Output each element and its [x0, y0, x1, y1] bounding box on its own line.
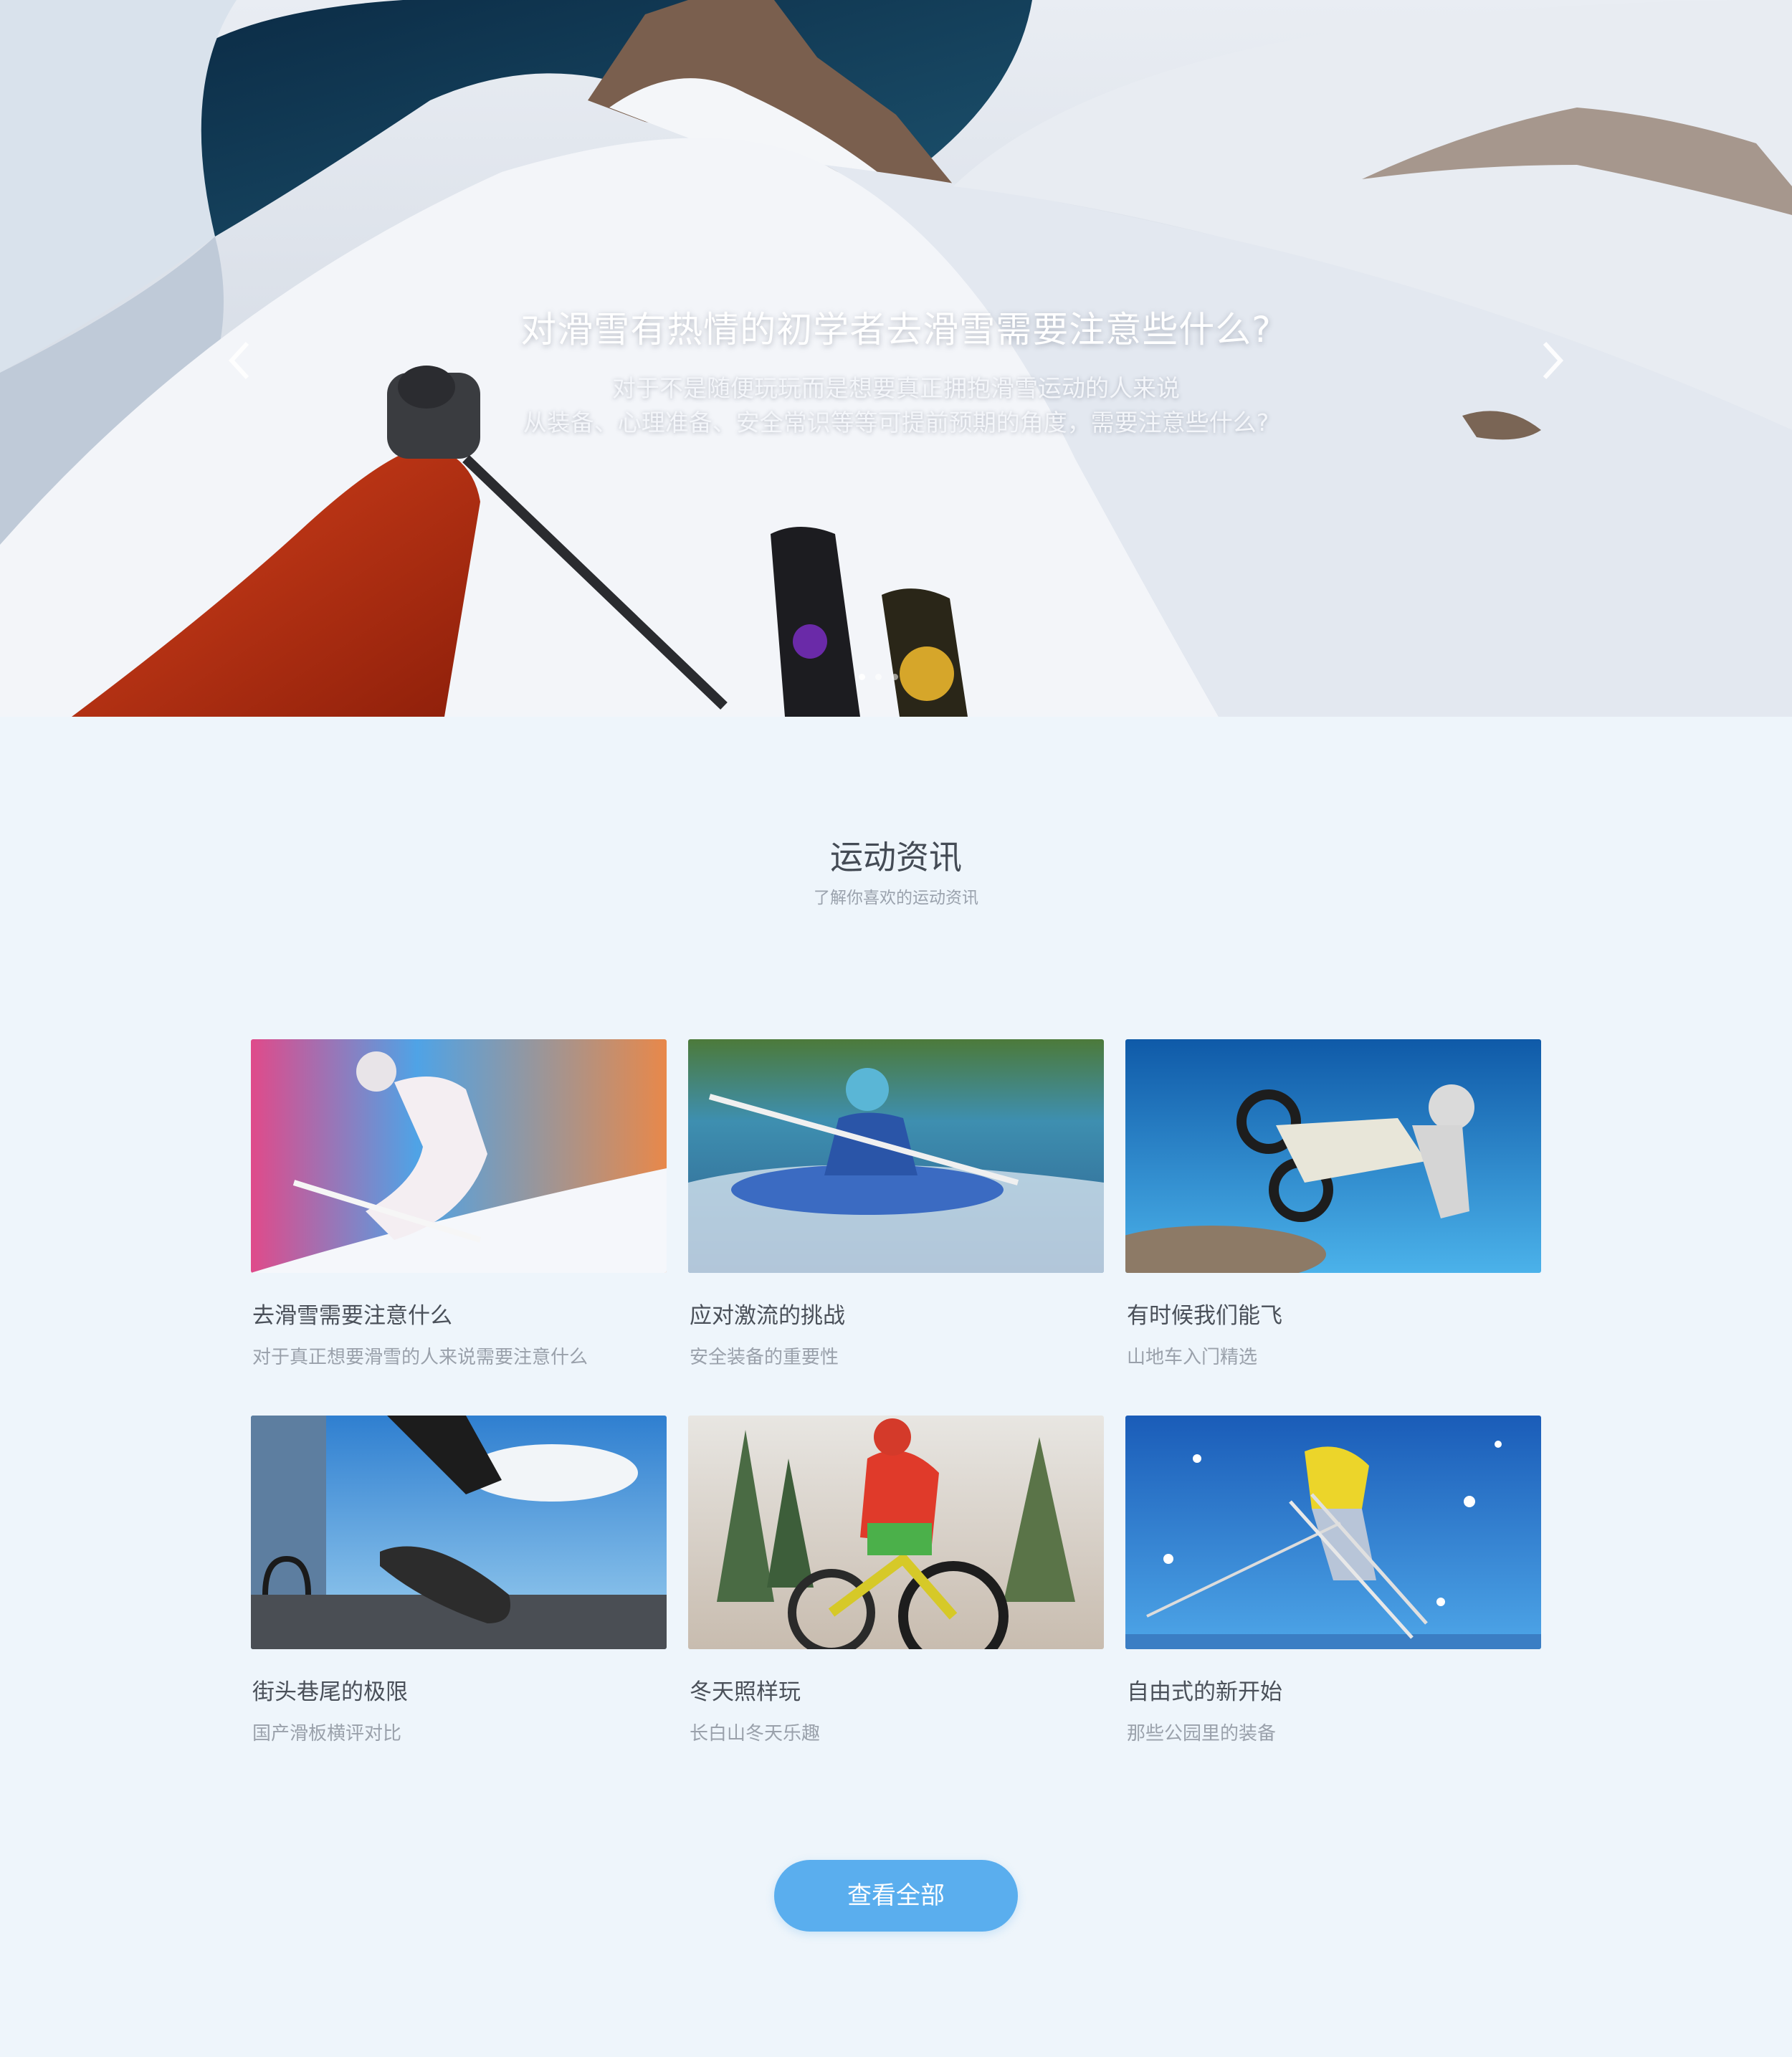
card-subtitle: 国产滑板横评对比: [252, 1723, 402, 1745]
card-image-skateboard[interactable]: [251, 1416, 667, 1649]
card-subtitle: 山地车入门精选: [1127, 1347, 1258, 1368]
news-card[interactable]: 应对激流的挑战 安全装备的重要性: [688, 1039, 1104, 1369]
section-title: 运动资讯: [830, 838, 962, 877]
carousel-dot-2[interactable]: [875, 674, 882, 680]
carousel-next-button[interactable]: [1530, 335, 1573, 386]
news-card[interactable]: 去滑雪需要注意什么 对于真正想要滑雪的人来说需要注意什么: [251, 1039, 667, 1369]
hero-image: [0, 0, 1792, 717]
card-image-ski-racer[interactable]: [251, 1039, 667, 1273]
carousel-dot-3[interactable]: [892, 674, 898, 680]
chevron-left-icon: [228, 341, 249, 380]
card-title[interactable]: 自由式的新开始: [1125, 1674, 1541, 1706]
view-all-button[interactable]: 查看全部: [774, 1860, 1018, 1932]
card-title[interactable]: 有时候我们能飞: [1125, 1297, 1541, 1330]
card-title[interactable]: 去滑雪需要注意什么: [251, 1297, 667, 1330]
hero-carousel: 对滑雪有热情的初学者去滑雪需要注意些什么? 对于不是随便玩玩而是想要真正拥抱滑雪…: [0, 0, 1792, 717]
card-subtitle: 长白山冬天乐趣: [690, 1723, 821, 1745]
card-image-winter-bike[interactable]: [688, 1416, 1104, 1649]
card-subtitle: 安全装备的重要性: [690, 1347, 839, 1368]
card-title[interactable]: 街头巷尾的极限: [251, 1674, 667, 1706]
card-image-freestyle-ski[interactable]: [1125, 1416, 1541, 1649]
card-subtitle: 对于真正想要滑雪的人来说需要注意什么: [252, 1347, 588, 1368]
section-subtitle: 了解你喜欢的运动资讯: [814, 889, 978, 907]
carousel-prev-button[interactable]: [219, 335, 262, 386]
chevron-right-icon: [1543, 341, 1564, 380]
hero-title: 对滑雪有热情的初学者去滑雪需要注意些什么?: [520, 309, 1272, 350]
card-title[interactable]: 应对激流的挑战: [688, 1297, 1104, 1330]
card-subtitle: 那些公园里的装备: [1127, 1723, 1277, 1745]
news-card[interactable]: 有时候我们能飞 山地车入门精选: [1125, 1039, 1541, 1369]
news-card[interactable]: 街头巷尾的极限 国产滑板横评对比: [251, 1416, 667, 1745]
news-card[interactable]: 冬天照样玩 长白山冬天乐趣: [688, 1416, 1104, 1745]
carousel-indicators: [859, 674, 898, 680]
hero-subtitle-line1: 对于不是随便玩玩而是想要真正拥抱滑雪运动的人来说: [612, 374, 1180, 402]
card-title[interactable]: 冬天照样玩: [688, 1674, 1104, 1706]
carousel-dot-1[interactable]: [859, 674, 865, 680]
news-card[interactable]: 自由式的新开始 那些公园里的装备: [1125, 1416, 1541, 1745]
card-image-kayak[interactable]: [688, 1039, 1104, 1273]
hero-subtitle-line2: 从装备、心理准备、安全常识等等可提前预期的角度，需要注意些什么?: [523, 409, 1269, 436]
card-image-motocross[interactable]: [1125, 1039, 1541, 1273]
